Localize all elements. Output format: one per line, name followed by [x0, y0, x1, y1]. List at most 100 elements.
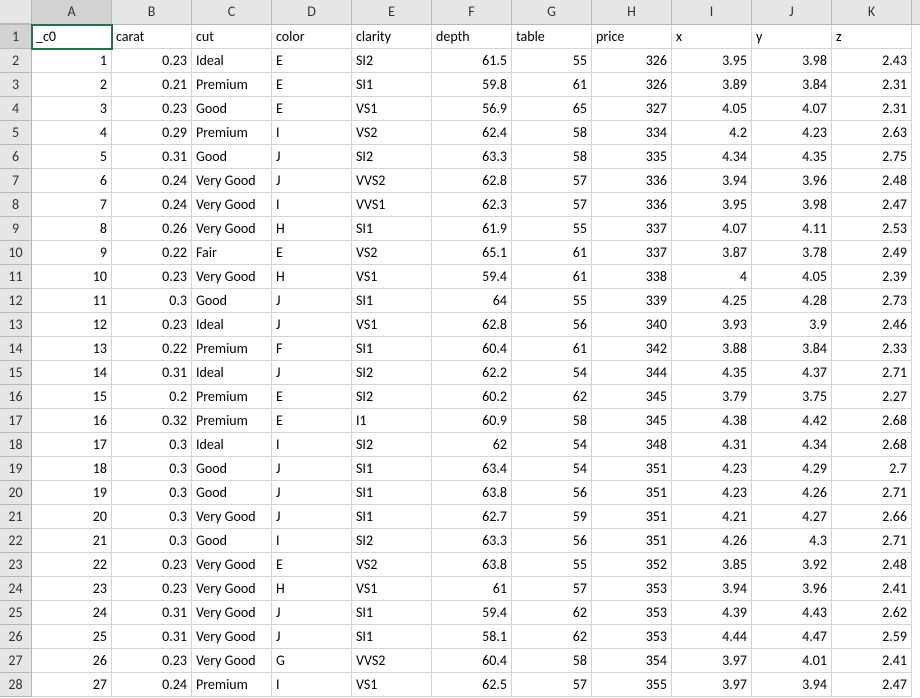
cell-C25[interactable]: Very Good — [192, 601, 272, 625]
cell-F6[interactable]: 63.3 — [432, 145, 512, 169]
cell-D5[interactable]: I — [272, 121, 352, 145]
cell-I25[interactable]: 4.39 — [672, 601, 752, 625]
cell-A24[interactable]: 23 — [32, 577, 112, 601]
cell-C8[interactable]: Very Good — [192, 193, 272, 217]
row-header-4[interactable]: 4 — [0, 97, 32, 121]
cell-C15[interactable]: Ideal — [192, 361, 272, 385]
cell-F21[interactable]: 62.7 — [432, 505, 512, 529]
cell-F24[interactable]: 61 — [432, 577, 512, 601]
cell-D23[interactable]: E — [272, 553, 352, 577]
cell-J1[interactable]: y — [752, 25, 832, 49]
cell-E5[interactable]: VS2 — [352, 121, 432, 145]
cell-I20[interactable]: 4.23 — [672, 481, 752, 505]
cell-I21[interactable]: 4.21 — [672, 505, 752, 529]
cell-G14[interactable]: 61 — [512, 337, 592, 361]
row-header-7[interactable]: 7 — [0, 169, 32, 193]
cell-H26[interactable]: 353 — [592, 625, 672, 649]
cell-A28[interactable]: 27 — [32, 673, 112, 697]
cell-F11[interactable]: 59.4 — [432, 265, 512, 289]
cell-B14[interactable]: 0.22 — [112, 337, 192, 361]
row-header-9[interactable]: 9 — [0, 217, 32, 241]
cell-J12[interactable]: 4.28 — [752, 289, 832, 313]
cell-A26[interactable]: 25 — [32, 625, 112, 649]
cell-D26[interactable]: J — [272, 625, 352, 649]
cell-E11[interactable]: VS1 — [352, 265, 432, 289]
cell-G2[interactable]: 55 — [512, 49, 592, 73]
cell-C13[interactable]: Ideal — [192, 313, 272, 337]
cell-C21[interactable]: Very Good — [192, 505, 272, 529]
cell-F14[interactable]: 60.4 — [432, 337, 512, 361]
cell-A15[interactable]: 14 — [32, 361, 112, 385]
cell-B1[interactable]: carat — [112, 25, 192, 49]
cell-A23[interactable]: 22 — [32, 553, 112, 577]
cell-E6[interactable]: SI2 — [352, 145, 432, 169]
cell-H20[interactable]: 351 — [592, 481, 672, 505]
cell-C10[interactable]: Fair — [192, 241, 272, 265]
cell-D8[interactable]: I — [272, 193, 352, 217]
cell-D16[interactable]: E — [272, 385, 352, 409]
cell-B2[interactable]: 0.23 — [112, 49, 192, 73]
cell-A1[interactable]: _c0 — [32, 25, 112, 49]
cell-A6[interactable]: 5 — [32, 145, 112, 169]
row-header-1[interactable]: 1 — [0, 25, 32, 49]
row-header-24[interactable]: 24 — [0, 577, 32, 601]
cell-G17[interactable]: 58 — [512, 409, 592, 433]
cell-D28[interactable]: I — [272, 673, 352, 697]
cell-I16[interactable]: 3.79 — [672, 385, 752, 409]
cell-G15[interactable]: 54 — [512, 361, 592, 385]
cell-E23[interactable]: VS2 — [352, 553, 432, 577]
cell-J9[interactable]: 4.11 — [752, 217, 832, 241]
cell-A4[interactable]: 3 — [32, 97, 112, 121]
cell-K25[interactable]: 2.62 — [832, 601, 912, 625]
cell-H27[interactable]: 354 — [592, 649, 672, 673]
cell-K19[interactable]: 2.7 — [832, 457, 912, 481]
cell-J8[interactable]: 3.98 — [752, 193, 832, 217]
cell-I18[interactable]: 4.31 — [672, 433, 752, 457]
cell-H2[interactable]: 326 — [592, 49, 672, 73]
cell-H28[interactable]: 355 — [592, 673, 672, 697]
cell-K4[interactable]: 2.31 — [832, 97, 912, 121]
cell-I8[interactable]: 3.95 — [672, 193, 752, 217]
cell-J27[interactable]: 4.01 — [752, 649, 832, 673]
cell-D18[interactable]: I — [272, 433, 352, 457]
cell-C7[interactable]: Very Good — [192, 169, 272, 193]
cell-K1[interactable]: z — [832, 25, 912, 49]
cell-G27[interactable]: 58 — [512, 649, 592, 673]
cell-A22[interactable]: 21 — [32, 529, 112, 553]
cell-C28[interactable]: Premium — [192, 673, 272, 697]
cell-A18[interactable]: 17 — [32, 433, 112, 457]
column-header-G[interactable]: G — [512, 0, 592, 24]
cell-D27[interactable]: G — [272, 649, 352, 673]
cell-B13[interactable]: 0.23 — [112, 313, 192, 337]
cell-H14[interactable]: 342 — [592, 337, 672, 361]
cell-H5[interactable]: 334 — [592, 121, 672, 145]
cell-I3[interactable]: 3.89 — [672, 73, 752, 97]
row-header-18[interactable]: 18 — [0, 433, 32, 457]
cell-H3[interactable]: 326 — [592, 73, 672, 97]
cell-I9[interactable]: 4.07 — [672, 217, 752, 241]
column-header-D[interactable]: D — [272, 0, 352, 24]
cell-F5[interactable]: 62.4 — [432, 121, 512, 145]
cell-A3[interactable]: 2 — [32, 73, 112, 97]
cell-G3[interactable]: 61 — [512, 73, 592, 97]
cell-I11[interactable]: 4 — [672, 265, 752, 289]
cell-K9[interactable]: 2.53 — [832, 217, 912, 241]
cell-K22[interactable]: 2.71 — [832, 529, 912, 553]
cell-I22[interactable]: 4.26 — [672, 529, 752, 553]
select-all-corner[interactable] — [0, 0, 32, 24]
cell-D21[interactable]: J — [272, 505, 352, 529]
cell-I28[interactable]: 3.97 — [672, 673, 752, 697]
cell-H12[interactable]: 339 — [592, 289, 672, 313]
cell-D7[interactable]: J — [272, 169, 352, 193]
cell-C2[interactable]: Ideal — [192, 49, 272, 73]
cell-I15[interactable]: 4.35 — [672, 361, 752, 385]
cell-A16[interactable]: 15 — [32, 385, 112, 409]
cell-B19[interactable]: 0.3 — [112, 457, 192, 481]
cell-K3[interactable]: 2.31 — [832, 73, 912, 97]
cell-D4[interactable]: E — [272, 97, 352, 121]
cell-H4[interactable]: 327 — [592, 97, 672, 121]
cell-G20[interactable]: 56 — [512, 481, 592, 505]
row-header-10[interactable]: 10 — [0, 241, 32, 265]
cell-G10[interactable]: 61 — [512, 241, 592, 265]
cell-J25[interactable]: 4.43 — [752, 601, 832, 625]
